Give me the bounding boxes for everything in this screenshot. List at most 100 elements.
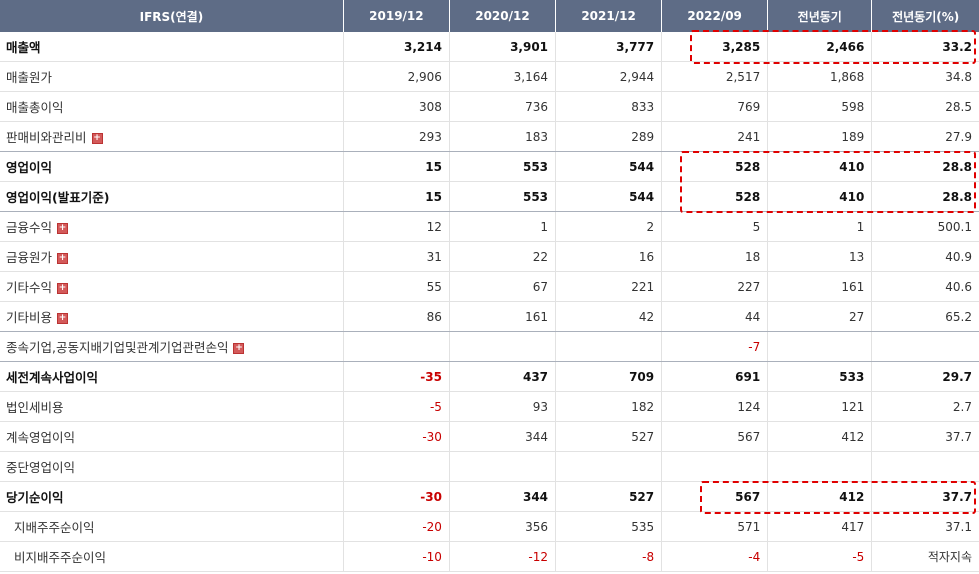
value-cell [871,451,979,482]
value-cell: 544 [555,181,663,212]
value-cell: 189 [767,121,873,152]
value-cell [343,331,450,362]
value-cell: 16 [555,241,663,272]
value-cell: 410 [767,151,873,182]
value-cell: 2 [555,211,663,242]
row-label: 기타수익 [6,280,53,295]
value-cell: -12 [449,541,557,572]
value-cell: 412 [767,421,873,452]
expand-plus-icon[interactable]: + [233,343,245,354]
value-cell: 221 [555,271,663,302]
row-label: 매출액 [6,40,41,55]
table-row: 매출총이익 308 736 833 769 598 28.5 [0,91,979,122]
value-cell [661,451,769,482]
header-row: IFRS(연결) 2019/12 2020/12 2021/12 2022/09… [0,0,979,32]
value-cell: 571 [661,511,769,542]
value-cell: -7 [661,331,769,362]
value-cell: 3,214 [343,32,450,62]
value-cell: 13 [767,241,873,272]
row-label: 계속영업이익 [6,430,76,445]
value-cell: 161 [449,301,557,332]
value-cell [555,331,663,362]
table-row: 영업이익 15 553 544 528 410 28.8 [0,151,979,182]
value-cell: 5 [661,211,769,242]
value-cell: 42 [555,301,663,332]
value-cell: 500.1 [871,211,979,242]
value-cell: 15 [343,151,450,182]
value-cell: 344 [449,421,557,452]
table-row: 지배주주순이익 -20 356 535 571 417 37.1 [0,511,979,542]
row-label-cell: 영업이익 [0,151,344,182]
value-cell: 3,164 [449,61,557,92]
table-row: 기타비용 +86 161 42 44 27 65.2 [0,301,979,332]
value-cell: 28.5 [871,91,979,122]
value-cell: -30 [343,481,450,512]
value-cell: 544 [555,151,663,182]
row-label: 금융수익 [6,220,53,235]
table-row: 영업이익(발표기준) 15 553 544 528 410 28.8 [0,181,979,212]
row-label: 중단영업이익 [6,460,76,475]
value-cell: 37.1 [871,511,979,542]
value-cell [767,331,873,362]
value-cell: 553 [449,151,557,182]
row-label: 매출원가 [6,70,53,85]
value-cell [449,451,557,482]
value-cell: 412 [767,481,873,512]
value-cell: 2,906 [343,61,450,92]
value-cell: -10 [343,541,450,572]
expand-plus-icon[interactable]: + [57,313,69,324]
value-cell [555,451,663,482]
row-label-cell: 계속영업이익 [0,421,344,452]
expand-plus-icon[interactable]: + [57,283,69,294]
expand-plus-icon[interactable]: + [57,223,69,234]
value-cell: -4 [661,541,769,572]
table-row: 금융수익 +12 1 2 5 1 500.1 [0,211,979,242]
value-cell: 40.6 [871,271,979,302]
row-label: 영업이익 [6,160,53,175]
row-label: 종속기업,공동지배기업및관계기업관련손익 [6,340,229,355]
value-cell: 437 [449,361,557,392]
value-cell: 227 [661,271,769,302]
value-cell: 67 [449,271,557,302]
value-cell: -30 [343,421,450,452]
value-cell: 3,777 [555,32,663,62]
row-label: 판매비와관리비 [6,130,87,145]
value-cell: 28.8 [871,151,979,182]
value-cell: 161 [767,271,873,302]
value-cell: 93 [449,391,557,422]
row-label: 기타비용 [6,310,53,325]
row-label: 법인세비용 [6,400,64,415]
value-cell: -20 [343,511,450,542]
expand-plus-icon[interactable]: + [57,253,69,264]
table-row: 중단영업이익 [0,451,979,482]
value-cell: 2,466 [767,32,873,62]
header-period: 2021/12 [555,0,663,32]
table-row: 법인세비용 -5 93 182 124 121 2.7 [0,391,979,422]
value-cell: 527 [555,481,663,512]
row-label-cell: 당기순이익 [0,481,344,512]
value-cell: 2,944 [555,61,663,92]
value-cell: 55 [343,271,450,302]
value-cell: 567 [661,481,769,512]
value-cell: 33.2 [871,32,979,62]
row-label: 매출총이익 [6,100,64,115]
row-label-cell: 판매비와관리비 + [0,121,344,152]
table-row: 판매비와관리비 +293 183 289 241 189 27.9 [0,121,979,152]
value-cell: 308 [343,91,450,122]
row-label: 지배주주순이익 [14,520,95,535]
value-cell: 528 [661,151,769,182]
value-cell [871,331,979,362]
header-period: 2019/12 [343,0,450,32]
value-cell: 293 [343,121,450,152]
value-cell: 1,868 [767,61,873,92]
value-cell: 182 [555,391,663,422]
value-cell: 27.9 [871,121,979,152]
row-label-cell: 중단영업이익 [0,451,344,482]
value-cell: 3,285 [661,32,769,62]
value-cell: 417 [767,511,873,542]
row-label-cell: 기타비용 + [0,301,344,332]
row-label-cell: 기타수익 + [0,271,344,302]
table-row: 종속기업,공동지배기업및관계기업관련손익 + -7 [0,331,979,362]
expand-plus-icon[interactable]: + [91,133,103,144]
value-cell: 1 [449,211,557,242]
